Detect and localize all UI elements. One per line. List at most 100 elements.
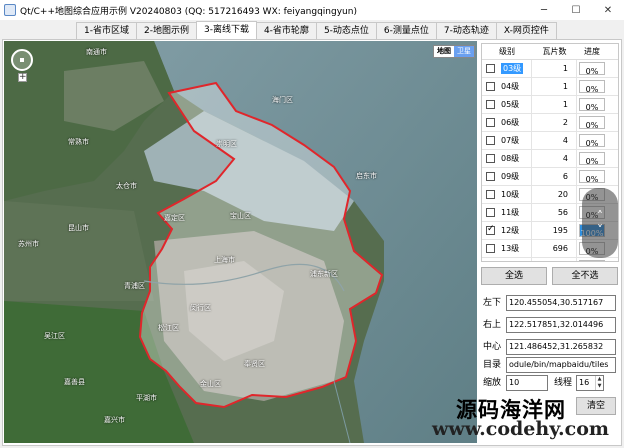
level-label: 14级 <box>501 261 519 262</box>
level-label: 12级 <box>501 226 520 235</box>
progress-cell: 0% <box>577 168 607 185</box>
map-label: 青浦区 <box>124 282 145 290</box>
table-row[interactable]: 05级 1 0% <box>482 96 618 114</box>
thread-label: 线程 <box>554 378 573 388</box>
table-row[interactable]: 06级 2 0% <box>482 114 618 132</box>
progress-text: 0% <box>585 85 599 94</box>
select-all-button[interactable]: 全选 <box>481 267 547 285</box>
map-view[interactable]: 南通市 常熟市 海门区 启东市 崇明区 太仓市 昆山市 苏州市 嘉定区 宝山区 … <box>4 41 477 443</box>
title-bar: Qt/C++地图综合应用示例 V20240803 (QQ: 517216493 … <box>0 0 624 20</box>
level-label: 05级 <box>501 100 520 109</box>
map-type-switch: 地图 卫星 <box>433 45 475 58</box>
table-header: 级别 瓦片数 进度 <box>482 44 618 60</box>
level-checkbox[interactable] <box>486 118 495 127</box>
tab-dynamic-points[interactable]: 5-动态点位 <box>315 22 377 39</box>
tab-dynamic-track[interactable]: 7-动态轨迹 <box>435 22 497 39</box>
level-label: 07级 <box>501 136 520 145</box>
top-right-input[interactable]: 122.517851,32.014496 <box>506 317 616 333</box>
thread-spinbox[interactable]: 16 ▲ ▼ <box>576 375 604 391</box>
tab-map-demo[interactable]: 2-地图示例 <box>135 22 197 39</box>
tab-province-region[interactable]: 1-省市区域 <box>76 22 137 39</box>
level-cell: 09级 <box>482 168 532 185</box>
map-label: 嘉兴市 <box>104 416 125 424</box>
scroll-up-icon[interactable]: ˄ <box>597 209 603 223</box>
close-button[interactable]: ✕ <box>592 0 624 20</box>
progress-cell: 0% <box>577 96 607 113</box>
header-progress: 进度 <box>584 47 600 56</box>
center-input[interactable]: 121.486452,31.265832 <box>506 339 616 355</box>
level-cell: 13级 <box>482 240 532 257</box>
select-none-button[interactable]: 全不选 <box>552 267 618 285</box>
progress-cell: 0% <box>577 78 607 95</box>
progress-cell: 0% <box>577 114 607 131</box>
level-checkbox[interactable] <box>486 82 495 91</box>
level-cell: 03级 <box>482 60 532 77</box>
spin-arrows-icon[interactable]: ▲ ▼ <box>595 376 603 390</box>
pan-control[interactable] <box>11 49 33 71</box>
progress-bar: 0% <box>579 134 605 148</box>
progress-text: 0% <box>585 67 599 76</box>
clear-button[interactable]: 清空 <box>576 397 616 415</box>
download-panel: 级别 瓦片数 进度 03级 1 0% 04级 1 0% 05级 1 0% 06级 2 0% 07级 4 0%… <box>480 41 621 445</box>
progress-bar: 0% <box>579 260 605 261</box>
scroll-down-icon[interactable]: ˅ <box>597 223 603 237</box>
map-label: 嘉定区 <box>164 214 185 222</box>
table-row[interactable]: 14级 27360% <box>482 258 618 262</box>
center-label: 中心 <box>483 342 502 352</box>
tiles-cell: 195 <box>532 222 577 239</box>
level-checkbox[interactable] <box>486 154 495 163</box>
level-checkbox[interactable] <box>486 244 495 253</box>
progress-text: 0% <box>585 103 599 112</box>
level-cell: 14级 <box>482 258 532 262</box>
top-right-label: 右上 <box>483 320 502 330</box>
scroll-control[interactable]: ˄ ˅ <box>582 188 618 258</box>
map-label: 金山区 <box>200 380 221 388</box>
tab-web-control[interactable]: X-网页控件 <box>495 22 557 39</box>
map-label: 太仓市 <box>116 182 137 190</box>
table-row[interactable]: 04级 1 0% <box>482 78 618 96</box>
level-checkbox[interactable] <box>486 224 495 235</box>
level-checkbox[interactable] <box>486 136 495 145</box>
tiles-cell: 1 <box>532 60 577 77</box>
tiles-cell: 1 <box>532 96 577 113</box>
window-controls: ─ ☐ ✕ <box>528 0 624 20</box>
progress-cell: 0% <box>577 258 607 261</box>
tab-measure-points[interactable]: 6-测量点位 <box>375 22 437 39</box>
tab-province-outline[interactable]: 4-省市轮廓 <box>255 22 317 39</box>
bottom-left-label: 左下 <box>483 298 502 308</box>
bottom-left-input[interactable]: 120.455054,30.517167 <box>506 295 616 311</box>
progress-text: 0% <box>585 121 599 130</box>
progress-bar: 0% <box>579 152 605 166</box>
progress-bar: 0% <box>579 62 605 76</box>
progress-bar: 0% <box>579 80 605 94</box>
table-row[interactable]: 03级 1 0% <box>482 60 618 78</box>
map-label: 昆山市 <box>68 224 89 232</box>
tab-offline-download[interactable]: 3-离线下载 <box>195 21 257 39</box>
dir-input[interactable]: odule/bin/mapbaidu/tiles <box>506 357 616 373</box>
map-type-satellite[interactable]: 卫星 <box>454 46 474 57</box>
progress-cell: 0% <box>577 60 607 77</box>
zoom-in-button[interactable]: + <box>18 73 27 82</box>
maximize-button[interactable]: ☐ <box>560 0 592 20</box>
minimize-button[interactable]: ─ <box>528 0 560 20</box>
level-label: 10级 <box>501 190 520 199</box>
map-label: 平湖市 <box>136 394 157 402</box>
level-checkbox[interactable] <box>486 100 495 109</box>
level-checkbox[interactable] <box>486 172 495 181</box>
map-type-map[interactable]: 地图 <box>434 46 454 57</box>
zoom-spinbox[interactable]: 10 <box>506 375 548 391</box>
map-label: 崇明区 <box>216 140 237 148</box>
level-checkbox[interactable] <box>486 64 495 73</box>
level-checkbox[interactable] <box>486 190 495 199</box>
level-checkbox[interactable] <box>486 208 495 217</box>
map-label: 吴江区 <box>44 332 65 340</box>
map-label: 常熟市 <box>68 138 89 146</box>
tab-bar: 1-省市区域 2-地图示例 3-离线下载 4-省市轮廓 5-动态点位 6-测量点… <box>76 21 557 39</box>
table-row[interactable]: 07级 4 0% <box>482 132 618 150</box>
level-label: 04级 <box>501 82 520 91</box>
watermark-url: www.codehy.com <box>432 418 610 440</box>
table-row[interactable]: 09级 6 0% <box>482 168 618 186</box>
level-cell: 06级 <box>482 114 532 131</box>
table-row[interactable]: 08级 4 0% <box>482 150 618 168</box>
level-label: 08级 <box>501 154 520 163</box>
